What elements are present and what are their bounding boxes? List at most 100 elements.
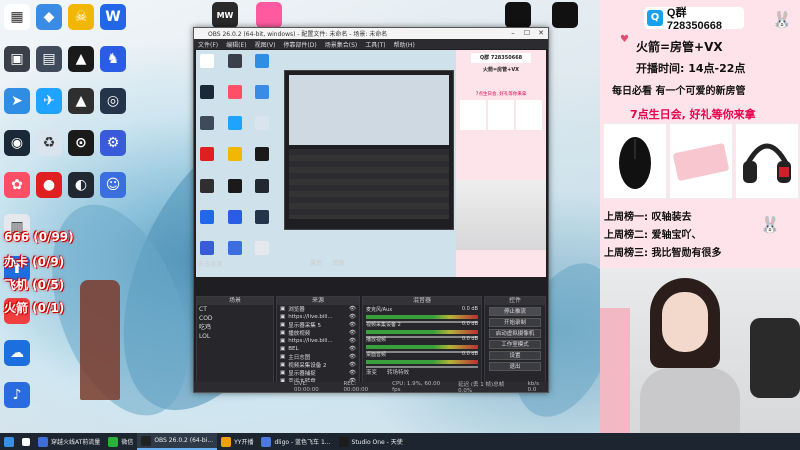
control-button[interactable]: 退出 bbox=[489, 362, 541, 371]
desktop-icon[interactable] bbox=[242, 2, 296, 28]
transition-effects[interactable]: 转场特效 bbox=[387, 368, 409, 376]
visibility-eye-icon[interactable]: 👁 bbox=[349, 362, 356, 368]
source-item[interactable]: ▣ 视频采集设备 2 👁 bbox=[277, 361, 359, 369]
panel-line4: 7点生日会, 好礼等你来拿 bbox=[630, 108, 756, 121]
menu-item[interactable]: 帮助(H) bbox=[394, 40, 415, 49]
menu-item[interactable]: 停靠部件(D) bbox=[283, 40, 316, 49]
minimize-button[interactable]: – bbox=[506, 28, 520, 39]
taskbar-app-icon bbox=[261, 436, 272, 447]
app-icon: ⚙ bbox=[100, 130, 126, 156]
properties-button[interactable]: 属性 bbox=[310, 258, 322, 267]
taskbar-apps: 穿越火线AT前流量 微信 OBS 26.0.2 (64-bi... YY开播 dligo… bbox=[34, 433, 407, 450]
obs-preview[interactable]: Q群 728350668 火箭=房管+VX 7点生日会, 好礼等你来拿 bbox=[196, 50, 546, 277]
visibility-eye-icon[interactable]: 👁 bbox=[349, 314, 356, 320]
source-item[interactable]: ▣ 主日志图 👁 bbox=[277, 353, 359, 361]
preview-icon bbox=[200, 85, 214, 100]
app-icon: ♞ bbox=[100, 46, 126, 72]
visibility-eye-icon[interactable]: 👁 bbox=[349, 322, 356, 328]
source-item[interactable]: ▣ https://live.bili... 👁 bbox=[277, 313, 359, 321]
scenes-title: 场景 bbox=[197, 297, 273, 305]
preview-icon bbox=[255, 116, 270, 131]
webcam-face bbox=[662, 292, 708, 352]
menu-item[interactable]: 文件(F) bbox=[198, 40, 218, 49]
visibility-eye-icon[interactable]: 👁 bbox=[349, 330, 356, 336]
scene-item[interactable]: CT bbox=[197, 305, 273, 314]
menu-item[interactable]: 场景集合(S) bbox=[325, 40, 358, 49]
transition-fade[interactable]: 渐变 bbox=[366, 368, 377, 376]
source-item[interactable]: ▣ 显示器捕捉 👁 bbox=[277, 369, 359, 377]
headset-icon bbox=[743, 143, 791, 183]
taskbar-app-icon bbox=[338, 436, 349, 447]
filters-button[interactable]: 滤镜 bbox=[332, 258, 344, 267]
preview-icon bbox=[255, 209, 270, 224]
mixer-channel-name: 视频采集设备 2 bbox=[366, 322, 401, 328]
taskbar-app[interactable]: YY开播 bbox=[217, 433, 257, 450]
source-item[interactable]: ▣ 播放视频 👁 bbox=[277, 329, 359, 337]
mixer-channel-header: 麦克风/Aux 0.0 dB bbox=[366, 306, 478, 313]
scenes-list: CT COD 吃鸡 LOL bbox=[197, 305, 273, 341]
start-button[interactable] bbox=[0, 433, 18, 450]
mixer-channel-header: 桌面音频 0.0 dB bbox=[366, 351, 478, 358]
visibility-eye-icon[interactable]: 👁 bbox=[349, 354, 356, 360]
app-icon: MW bbox=[212, 2, 238, 28]
obs-window[interactable]: OBS 26.0.2 (64-bit, windows) - 配置文件: 未命名… bbox=[193, 27, 549, 393]
task-view-button[interactable] bbox=[18, 433, 34, 450]
source-type-icon: ▣ bbox=[280, 306, 286, 312]
rank-2: 上周榜二: 爱轴宝吖、 bbox=[604, 230, 702, 241]
source-item[interactable]: ▣ 显示器采集 5 👁 bbox=[277, 321, 359, 329]
source-item[interactable]: ▣ https://live.bili... 👁 bbox=[277, 337, 359, 345]
source-item[interactable]: ▣ 浏览器 👁 bbox=[277, 305, 359, 313]
scene-item[interactable]: 吃鸡 bbox=[197, 323, 273, 332]
source-name: https://live.bili... bbox=[288, 314, 333, 320]
mixer-channel: 播放视频 0.0 dB bbox=[363, 335, 481, 353]
desktop-icon[interactable]: ♪ bbox=[0, 382, 44, 410]
control-button[interactable]: 停止推流 bbox=[489, 307, 541, 316]
source-name: 播放视频 bbox=[288, 331, 311, 337]
preview-icon bbox=[227, 54, 242, 68]
scene-item[interactable]: LOL bbox=[197, 332, 273, 341]
source-name: 显示器捕捉 bbox=[288, 371, 316, 377]
volume-meter bbox=[366, 315, 478, 319]
control-button[interactable]: 开始录制 bbox=[489, 318, 541, 327]
source-name: 视频采集设备 2 bbox=[288, 363, 327, 369]
menu-item[interactable]: 视图(V) bbox=[255, 40, 276, 49]
rank-3: 上周榜三: 我比智勋有很多 bbox=[604, 248, 722, 259]
desktop-icon[interactable]: ◎ bbox=[86, 88, 140, 116]
menu-item[interactable]: 工具(T) bbox=[365, 40, 385, 49]
control-button[interactable]: 设置 bbox=[489, 351, 541, 360]
taskbar-app[interactable]: 微信 bbox=[104, 433, 137, 450]
taskbar-app[interactable]: 穿越火线AT前流量 bbox=[34, 433, 104, 450]
bunny-icon: 🐰 bbox=[772, 10, 792, 29]
visibility-eye-icon[interactable]: 👁 bbox=[349, 338, 356, 344]
scene-item[interactable]: COD bbox=[197, 314, 273, 323]
desktop-icon[interactable]: ☺ bbox=[86, 172, 140, 200]
mixer-dock: 混音器 麦克风/Aux 0.0 dB 视频采集设备 2 0.0 dB 播放视频 0.0 d… bbox=[362, 296, 482, 388]
visibility-eye-icon[interactable]: 👁 bbox=[349, 306, 356, 312]
desktop-icon[interactable] bbox=[491, 2, 545, 28]
close-button[interactable]: ✕ bbox=[534, 28, 548, 39]
taskbar-app[interactable]: OBS 26.0.2 (64-bi... bbox=[137, 433, 218, 450]
desktop-icon[interactable]: ☁ bbox=[0, 340, 44, 368]
maximize-button[interactable]: ☐ bbox=[520, 28, 534, 39]
microphone-icon bbox=[750, 318, 800, 398]
desktop-icon[interactable] bbox=[538, 2, 592, 28]
source-item[interactable]: ▣ BEL 👁 bbox=[277, 345, 359, 353]
product-headset bbox=[735, 123, 799, 199]
desktop-icon[interactable]: ♞ bbox=[86, 46, 140, 74]
sources-dock: 来源 ▣ 浏览器 👁 ▣ https://live.bili... 👁 ▣ 显示器采集 5 👁 ▣… bbox=[276, 296, 360, 388]
visibility-eye-icon[interactable]: 👁 bbox=[349, 370, 356, 376]
taskbar-app[interactable]: dligo - 蓝色飞车 1... bbox=[257, 433, 334, 450]
source-type-icon: ▣ bbox=[280, 354, 286, 360]
desktop-icon[interactable]: ⚙ bbox=[86, 130, 140, 158]
menu-item[interactable]: 编辑(E) bbox=[226, 40, 246, 49]
control-button[interactable]: 启动虚拟摄像机 bbox=[489, 329, 541, 338]
mixer-channel-name: 麦克风/Aux bbox=[366, 307, 393, 313]
obs-title-text: OBS 26.0.2 (64-bit, windows) - 配置文件: 未命名… bbox=[208, 31, 388, 38]
gift-goal-line: 火箭 (0/1) bbox=[4, 301, 65, 315]
mixer-channel: 麦克风/Aux 0.0 dB bbox=[363, 305, 481, 323]
visibility-eye-icon[interactable]: 👁 bbox=[349, 346, 356, 352]
taskbar-app[interactable]: Studio One - 天使 bbox=[335, 433, 407, 450]
desktop-icon[interactable]: W bbox=[86, 4, 140, 32]
control-button[interactable]: 工作室模式 bbox=[489, 340, 541, 349]
webcam-chair bbox=[600, 308, 630, 433]
